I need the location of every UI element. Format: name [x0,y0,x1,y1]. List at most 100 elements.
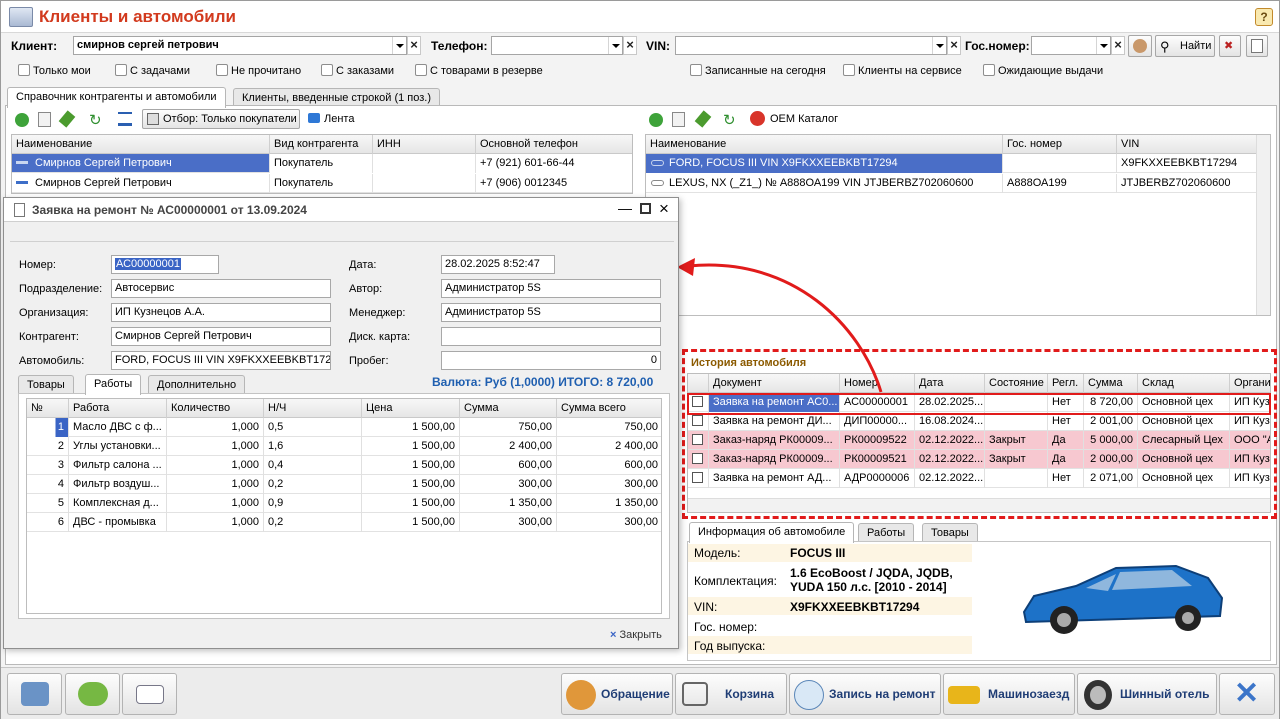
table-row[interactable]: 6 ДВС - промывка 1,000 0,2 1 500,00 300,00 300… [27,513,661,532]
with-orders-check[interactable]: С заказами [321,64,394,77]
col-phone[interactable]: Основной телефон [476,135,632,154]
email-button[interactable] [122,673,177,715]
awaiting-delivery-check[interactable]: Ожидающие выдачи [983,64,1103,77]
at-service-check[interactable]: Клиенты на сервисе [843,64,962,77]
unread-check[interactable]: Не прочитано [216,64,301,77]
find-button[interactable]: ⚲ Найти [1155,35,1215,57]
date-field[interactable]: 28.02.2025 8:52:47 [441,255,555,274]
with-tasks-check[interactable]: С задачами [115,64,190,77]
col-price[interactable]: Цена [362,399,460,418]
appeal-button[interactable]: Обращение [561,673,673,715]
table-row[interactable]: 2 Углы установки... 1,000 1,6 1 500,00 2 400,… [27,437,661,456]
table-row[interactable]: Смирнов Сергей Петрович Покупатель +7 (9… [12,174,632,193]
col-state[interactable]: Состояние [985,374,1048,393]
history-hscrollbar[interactable] [688,498,1270,512]
clear-filter-button[interactable] [1128,35,1152,57]
col-regl[interactable]: Регл. [1048,374,1084,393]
table-row[interactable]: LEXUS, NX (_Z1_) № А888ОА199 VIN JTJBERB… [646,174,1270,193]
chevron-down-icon[interactable] [932,37,946,54]
tab-directory[interactable]: Справочник контрагенты и автомобили [7,87,226,108]
col-amount[interactable]: Сумма [460,399,557,418]
cars-scrollbar[interactable] [1256,135,1270,315]
minimize-icon[interactable]: — [618,200,632,216]
manager-field[interactable]: Администратор 5S [441,303,661,322]
number-field[interactable]: АС00000001 [111,255,219,274]
plate-clear-icon[interactable]: × [1111,36,1125,55]
oem-icon[interactable] [750,111,765,126]
client-combo[interactable]: смирнов сергей петрович [73,36,407,55]
table-row[interactable]: 5 Комплексная д... 1,000 0,9 1 500,00 1 350,0… [27,494,661,513]
copy-icon[interactable] [672,112,685,127]
col-sum[interactable]: Сумма [1084,374,1138,393]
vin-combo[interactable] [675,36,947,55]
booking-button[interactable]: Запись на ремонт [789,673,941,715]
carcall-button[interactable]: Машинозаезд [943,673,1075,715]
col-no[interactable]: № [27,399,69,418]
col-qty[interactable]: Количество [167,399,264,418]
table-row[interactable]: 4 Фильтр воздуш... 1,000 0,2 1 500,00 300,00 3… [27,475,661,494]
client-clear-icon[interactable]: × [407,36,421,55]
tab-works[interactable]: Работы [85,374,142,395]
oem-catalog-link[interactable]: OEM Каталог [770,113,838,125]
settings-button[interactable]: ✖ [1219,35,1241,57]
filter-buyers-button[interactable]: Отбор: Только покупатели [142,109,300,129]
close-icon[interactable]: × [659,199,669,219]
tire-hotel-button[interactable]: Шинный отель [1077,673,1217,715]
table-row[interactable]: FORD, FOCUS III VIN X9FKXXEEBKBT17294 X9… [646,154,1270,173]
col-amount-total[interactable]: Сумма всего [557,399,661,418]
tab-car-goods[interactable]: Товары [922,523,978,542]
feed-icon[interactable] [308,113,320,123]
only-mine-check[interactable]: Только мои [18,64,91,77]
vin-clear-icon[interactable]: × [947,36,961,55]
col-hours[interactable]: Н/Ч [264,399,362,418]
add-icon[interactable] [15,113,29,127]
table-row[interactable]: Заказ-наряд РК00009... РК00009521 02.12.20… [688,450,1270,469]
phone-clear-icon[interactable]: × [623,36,637,55]
sort-icon[interactable] [118,112,132,126]
add-icon[interactable] [649,113,663,127]
org-field[interactable]: ИП Кузнецов А.А. [111,303,331,322]
col-type[interactable]: Вид контрагента [270,135,373,154]
col-inn[interactable]: ИНН [373,135,476,154]
table-row[interactable]: 1 Масло ДВС с ф... 1,000 0,5 1 500,00 750,00 7… [27,418,661,437]
car-field[interactable]: FORD, FOCUS III VIN X9FKXXEEBKBT17294 [111,351,331,370]
copy-icon[interactable] [38,112,51,127]
dept-field[interactable]: Автосервис [111,279,331,298]
col-car-name[interactable]: Наименование [646,135,1003,154]
refresh-icon[interactable]: ↻ [89,111,102,129]
col-plate[interactable]: Гос. номер [1003,135,1117,154]
card-field[interactable] [441,327,661,346]
col-name[interactable]: Наименование [12,135,270,154]
help-icon[interactable]: ? [1255,8,1273,26]
col-org[interactable]: Органи [1230,374,1270,393]
chevron-down-icon[interactable] [392,37,406,54]
print-button[interactable] [1246,35,1268,57]
cart-button[interactable]: Корзина [675,673,787,715]
phone-call-button[interactable] [7,673,62,715]
col-warehouse[interactable]: Склад [1138,374,1230,393]
mileage-field[interactable]: 0 [441,351,661,370]
tab-car-info[interactable]: Информация об автомобиле [689,522,855,543]
table-row[interactable]: Смирнов Сергей Петрович Покупатель +7 (9… [12,154,632,173]
tab-additional[interactable]: Дополнительно [148,375,246,394]
plate-combo[interactable] [1031,36,1111,55]
booked-today-check[interactable]: Записанные на сегодня [690,64,826,77]
reserved-goods-check[interactable]: С товарами в резерве [415,64,543,77]
maximize-icon[interactable] [640,203,651,214]
exit-button[interactable]: ✕ [1219,673,1275,715]
chevron-down-icon[interactable] [608,37,622,54]
col-work[interactable]: Работа [69,399,167,418]
refresh-icon[interactable]: ↻ [723,111,736,129]
col-date[interactable]: Дата [915,374,985,393]
col-vin[interactable]: VIN [1117,135,1270,154]
contractor-field[interactable]: Смирнов Сергей Петрович [111,327,331,346]
table-row[interactable]: Заказ-наряд РК00009... РК00009522 02.12.20… [688,431,1270,450]
author-field[interactable]: Администратор 5S [441,279,661,298]
feed-link[interactable]: Лента [324,113,354,125]
close-button[interactable]: × Закрыть [610,629,662,641]
table-row[interactable]: Заявка на ремонт АД... АДР0000006 02.12.20… [688,469,1270,488]
table-row[interactable]: 3 Фильтр салона ... 1,000 0,4 1 500,00 600,00… [27,456,661,475]
phone-combo[interactable] [491,36,623,55]
chevron-down-icon[interactable] [1096,37,1110,54]
tab-car-works[interactable]: Работы [858,523,915,542]
